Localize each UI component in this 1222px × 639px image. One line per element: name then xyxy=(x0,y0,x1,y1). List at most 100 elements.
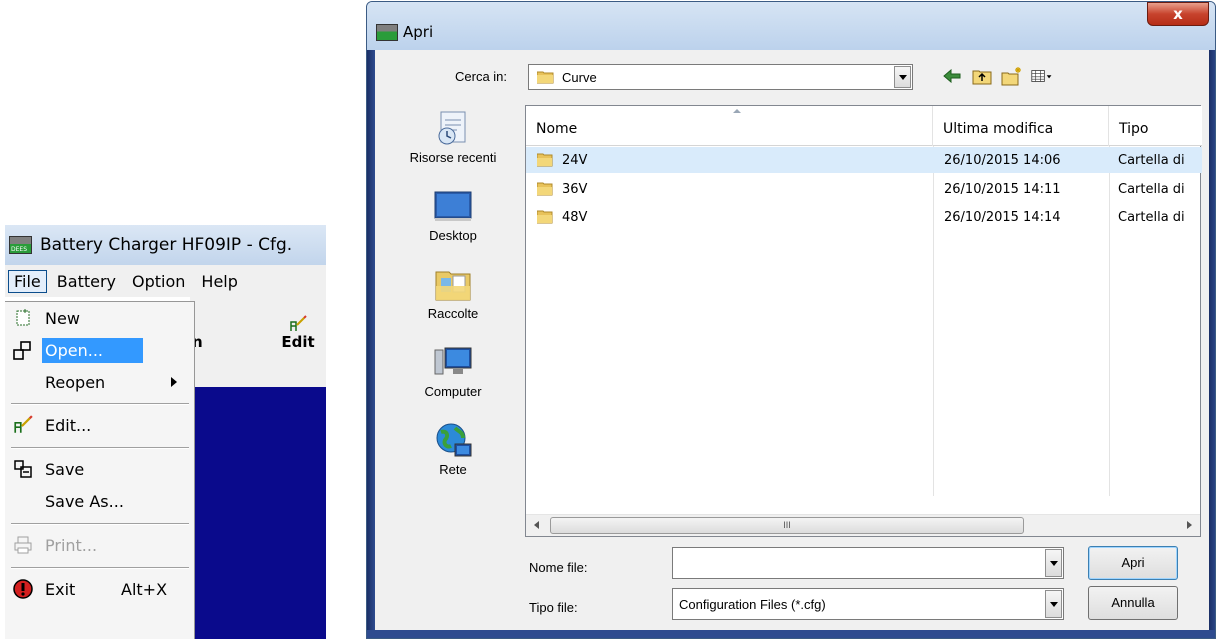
dialog-frame-right xyxy=(1209,50,1215,638)
menu-separator xyxy=(11,523,189,525)
menu-separator xyxy=(11,403,189,405)
open-dialog: Apri x Cerca in: Curve Risorse recenti D… xyxy=(366,1,1216,639)
network-globe-icon xyxy=(436,423,472,457)
app-title: Battery Charger HF09IP - Cfg. xyxy=(40,235,293,255)
file-modified: 26/10/2015 14:14 xyxy=(944,210,1061,225)
menu-item-label: Save xyxy=(45,459,85,479)
dialog-frame-bottom xyxy=(367,630,1215,638)
menu-separator xyxy=(11,567,189,569)
menu-item-save-as[interactable]: Save As... xyxy=(5,485,195,517)
folder-icon xyxy=(537,71,554,84)
file-name-input[interactable] xyxy=(672,547,1064,579)
dialog-title: Apri xyxy=(403,23,434,41)
column-header-modified[interactable]: Ultima modifica xyxy=(933,106,1109,146)
file-menu-dropdown: New Open... Reopen Edit... Save Save As.… xyxy=(5,301,195,639)
place-desktop[interactable]: Desktop xyxy=(389,186,517,243)
chevron-down-icon[interactable] xyxy=(894,66,911,88)
column-header-type[interactable]: Tipo xyxy=(1109,106,1202,146)
dialog-frame-left xyxy=(367,50,375,638)
app-window: Battery Charger HF09IP - Cfg. File Batte… xyxy=(5,225,326,639)
place-label: Rete xyxy=(439,462,467,477)
menu-item-save[interactable]: Save xyxy=(5,453,195,485)
place-label: Desktop xyxy=(429,228,477,243)
look-in-combo[interactable]: Curve xyxy=(528,64,913,90)
open-file-icon xyxy=(9,339,37,361)
place-label: Risorse recenti xyxy=(409,150,497,165)
new-file-icon xyxy=(9,307,37,329)
place-computer[interactable]: Computer xyxy=(389,342,517,399)
menu-help[interactable]: Help xyxy=(195,270,243,293)
menu-item-print[interactable]: Print... xyxy=(5,529,195,561)
libraries-icon xyxy=(435,271,471,301)
printer-icon xyxy=(9,534,37,556)
exit-icon xyxy=(9,578,37,600)
menu-item-label: Print... xyxy=(45,535,98,555)
place-label: Computer xyxy=(424,384,482,399)
back-arrow-icon[interactable] xyxy=(941,66,963,86)
dialog-titlebar xyxy=(367,2,1215,50)
place-recent[interactable]: Risorse recenti xyxy=(389,108,517,165)
app-workspace xyxy=(190,387,326,639)
folder-icon xyxy=(537,182,553,196)
column-header-name[interactable]: Nome xyxy=(526,106,933,146)
dialog-toolbar xyxy=(941,66,1053,86)
toolbar-edit-button[interactable]: Edit xyxy=(278,315,318,351)
menu-item-label: Exit xyxy=(45,579,76,599)
menu-separator xyxy=(11,447,189,449)
save-icon xyxy=(9,458,37,480)
menu-file[interactable]: File xyxy=(8,269,47,293)
menu-battery[interactable]: Battery xyxy=(51,270,122,293)
cancel-button[interactable]: Annulla xyxy=(1088,586,1178,620)
place-network[interactable]: Rete xyxy=(389,420,517,477)
file-name: 48V xyxy=(562,210,588,225)
places-bar: Risorse recenti Desktop Raccolte Compute… xyxy=(389,108,517,532)
menu-item-label: Reopen xyxy=(45,372,106,392)
folder-icon xyxy=(537,153,553,167)
menu-item-shortcut: Alt+X xyxy=(121,579,168,599)
table-row[interactable]: 36V 26/10/2015 14:11 Cartella di xyxy=(526,176,1202,202)
up-folder-icon[interactable] xyxy=(971,66,993,86)
menu-option[interactable]: Option xyxy=(126,270,191,293)
scroll-right-icon[interactable] xyxy=(1187,521,1192,529)
look-in-value: Curve xyxy=(562,70,597,85)
menu-item-label: Save As... xyxy=(45,491,124,511)
menu-item-exit[interactable]: Exit Alt+X xyxy=(5,573,195,605)
toolbar: n Edit xyxy=(190,297,326,387)
menu-item-edit[interactable]: Edit... xyxy=(5,409,195,441)
file-modified: 26/10/2015 14:06 xyxy=(944,153,1061,168)
chevron-down-icon[interactable] xyxy=(1045,590,1062,618)
menu-item-open[interactable]: Open... xyxy=(5,334,195,366)
file-type: Cartella di xyxy=(1118,182,1185,197)
new-folder-icon[interactable] xyxy=(1001,66,1023,86)
menu-item-reopen[interactable]: Reopen xyxy=(5,366,195,398)
open-button[interactable]: Apri xyxy=(1088,546,1178,580)
scrollbar-thumb[interactable]: III xyxy=(550,517,1024,534)
place-label: Raccolte xyxy=(427,306,479,321)
toolbar-edit-label: Edit xyxy=(281,333,315,351)
chevron-down-icon[interactable] xyxy=(1045,549,1062,577)
app-logo-icon xyxy=(9,236,32,254)
view-menu-icon[interactable] xyxy=(1031,66,1053,86)
file-type-select[interactable]: Configuration Files (*.cfg) xyxy=(672,588,1064,620)
close-button[interactable]: x xyxy=(1147,2,1209,26)
horizontal-scrollbar[interactable]: III xyxy=(526,514,1200,536)
dialog-client-area: Cerca in: Curve Risorse recenti Desktop … xyxy=(375,50,1209,630)
menu-item-label: Open... xyxy=(42,337,143,363)
computer-icon xyxy=(434,347,472,375)
app-titlebar: Battery Charger HF09IP - Cfg. xyxy=(5,225,326,265)
menu-item-label: New xyxy=(45,308,80,328)
app-logo-icon xyxy=(376,24,398,41)
look-in-label: Cerca in: xyxy=(455,69,508,84)
menu-item-new[interactable]: New xyxy=(5,302,195,334)
file-type-label: Tipo file: xyxy=(529,600,578,615)
edit-icon xyxy=(290,315,307,331)
file-list-header: Nome Ultima modifica Tipo xyxy=(526,106,1202,146)
file-name: 36V xyxy=(562,182,588,197)
table-row[interactable]: 24V 26/10/2015 14:06 Cartella di xyxy=(526,147,1202,173)
file-modified: 26/10/2015 14:11 xyxy=(944,182,1061,197)
place-libraries[interactable]: Raccolte xyxy=(389,264,517,321)
scroll-left-icon[interactable] xyxy=(534,521,539,529)
table-row[interactable]: 48V 26/10/2015 14:14 Cartella di xyxy=(526,204,1202,230)
folder-icon xyxy=(537,210,553,224)
file-name-label: Nome file: xyxy=(529,560,588,575)
